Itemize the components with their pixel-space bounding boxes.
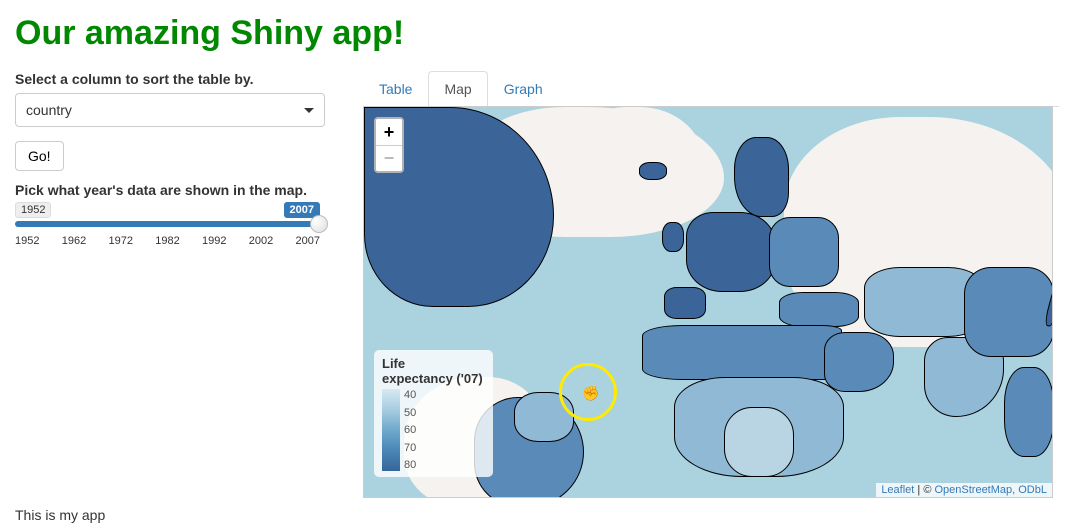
zoom-out-button[interactable]: − bbox=[376, 145, 402, 171]
year-label: Pick what year's data are shown in the m… bbox=[15, 182, 333, 198]
main-panel: Table Map Graph bbox=[348, 71, 1059, 523]
go-button[interactable]: Go! bbox=[15, 141, 64, 171]
zoom-in-button[interactable]: + bbox=[376, 119, 402, 145]
footer-text: This is my app bbox=[15, 507, 333, 523]
slider-handle[interactable] bbox=[310, 215, 328, 233]
tab-graph[interactable]: Graph bbox=[488, 71, 559, 107]
caret-down-icon bbox=[304, 108, 314, 113]
slider-ticks: 1952 1962 1972 1982 1992 2002 2007 bbox=[15, 235, 320, 247]
sort-label: Select a column to sort the table by. bbox=[15, 71, 333, 87]
legend-title-b: expectancy ('07) bbox=[382, 371, 483, 386]
sort-selected-value: country bbox=[26, 102, 72, 118]
page-title: Our amazing Shiny app! bbox=[15, 14, 1059, 53]
leaflet-map[interactable]: + − Life expectancy ('07) 40 50 60 bbox=[363, 106, 1053, 498]
map-attribution: Leaflet | © OpenStreetMap, ODbL bbox=[876, 483, 1052, 497]
map-legend: Life expectancy ('07) 40 50 60 70 80 bbox=[374, 350, 493, 477]
osm-link[interactable]: OpenStreetMap, ODbL bbox=[934, 484, 1047, 496]
slider-track[interactable] bbox=[15, 221, 320, 227]
tab-map[interactable]: Map bbox=[428, 71, 487, 107]
nav-tabs: Table Map Graph bbox=[363, 71, 1059, 107]
sort-select[interactable]: country bbox=[15, 93, 325, 127]
leaflet-link[interactable]: Leaflet bbox=[881, 484, 914, 496]
grab-cursor-icon: ✊ bbox=[582, 385, 599, 402]
legend-title-a: Life bbox=[382, 356, 405, 371]
year-slider[interactable]: 1952 2007 1952 1962 1972 1982 1992 2002 … bbox=[15, 202, 320, 247]
slider-min-pill: 1952 bbox=[15, 202, 51, 218]
sidebar: Select a column to sort the table by. co… bbox=[15, 71, 348, 523]
tab-table[interactable]: Table bbox=[363, 71, 428, 107]
zoom-controls: + − bbox=[374, 117, 404, 173]
legend-color-bar bbox=[382, 389, 400, 471]
